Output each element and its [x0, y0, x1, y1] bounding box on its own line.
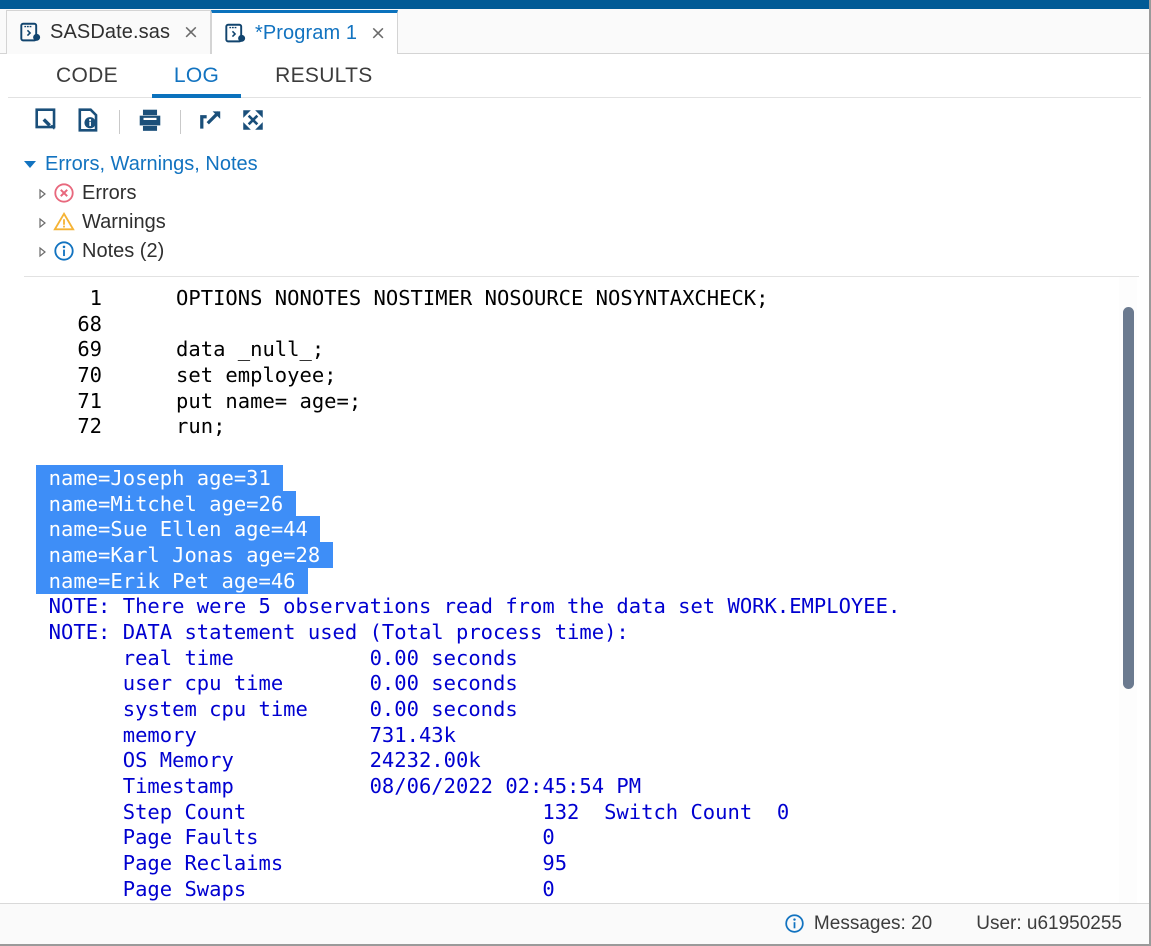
log-code-line: 71 put name= age=; — [24, 389, 1139, 415]
tab-results-label: RESULTS — [275, 64, 373, 87]
log-output-line: name=Mitchel age=26 — [24, 490, 1139, 518]
error-icon — [53, 182, 75, 205]
selected-output-text: name=Mitchel age=26 — [36, 490, 296, 517]
selected-output-text: name=Karl Jonas age=28 — [36, 541, 333, 568]
log-note-line: Step Count 132 Switch Count 0 — [24, 799, 790, 824]
log-source-text: put name= age=; — [102, 388, 362, 413]
log-output-line: name=Erik Pet age=46 — [24, 567, 1139, 595]
log-output-line: name=Karl Jonas age=28 — [24, 541, 1139, 569]
chevron-down-icon[interactable] — [24, 161, 36, 168]
info-icon — [784, 913, 805, 936]
toolbar-separator — [180, 110, 181, 134]
log-note-line: Page Reclaims 95 — [24, 851, 568, 876]
log-code-line: 68 — [24, 312, 1139, 338]
log-note-line: Timestamp 08/06/2022 02:45:54 PM — [24, 774, 642, 799]
log-vertical-scrollbar[interactable] — [1119, 277, 1137, 903]
log-source-text: run; — [102, 414, 226, 439]
close-icon[interactable]: × — [183, 23, 199, 42]
log-code-line: 69 data _null_; — [24, 337, 1139, 363]
sas-studio-window: SASDate.sas × *Program 1 × CODE LOG RESU… — [0, 0, 1151, 946]
log-line-number: 71 — [77, 388, 102, 413]
log-summary-tree: Errors, Warnings, Notes Errors Warnings … — [0, 146, 1149, 276]
file-tab-label: *Program 1 — [254, 22, 358, 44]
tree-item-label: Notes (2) — [82, 240, 165, 262]
messages-label: Messages: 20 — [813, 913, 933, 934]
sas-program-icon — [225, 23, 246, 44]
tab-results[interactable]: RESULTS — [247, 54, 400, 98]
log-toolbar — [0, 98, 1149, 146]
log-source-text: data _null_; — [102, 337, 325, 362]
log-note-line: memory 731.43k — [24, 722, 456, 747]
log-line-number: 72 — [77, 414, 102, 439]
file-tab-sasdate[interactable]: SASDate.sas × — [6, 10, 211, 54]
status-bar: Messages: 20 User: u61950255 — [0, 903, 1149, 944]
print-button[interactable] — [131, 103, 169, 141]
chevron-right-icon[interactable] — [36, 246, 46, 258]
log-code-line: 1 OPTIONS NONOTES NOSTIMER NOSOURCE NOSY… — [24, 286, 1139, 312]
log-note-line: NOTE: There were 5 observations read fro… — [24, 594, 901, 619]
log-note-line: OS Memory 24232.00k — [24, 748, 481, 773]
log-code-line: 70 set employee; — [24, 363, 1139, 389]
tree-root-label: Errors, Warnings, Notes — [45, 153, 258, 175]
warning-icon — [53, 211, 75, 234]
close-icon[interactable]: × — [370, 24, 386, 43]
log-source-text: OPTIONS NONOTES NOSTIMER NOSOURCE NOSYNT… — [102, 286, 769, 310]
edit-log-button[interactable] — [28, 103, 66, 141]
tree-item-label: Errors — [82, 182, 137, 204]
tree-item-warnings[interactable]: Warnings — [24, 208, 1149, 237]
sas-program-icon — [20, 22, 41, 43]
log-note-line: Page Swaps 0 — [24, 876, 555, 901]
log-line-number: 70 — [77, 363, 102, 388]
log-note-line: user cpu time 0.00 seconds — [24, 671, 518, 696]
log-note-line: real time 0.00 seconds — [24, 645, 518, 670]
log-source-text — [102, 312, 176, 336]
log-output-line: name=Sue Ellen age=44 — [24, 516, 1139, 543]
selected-output-text: name=Erik Pet age=46 — [36, 567, 308, 594]
tab-log[interactable]: LOG — [146, 54, 247, 98]
selected-output-text: name=Sue Ellen age=44 — [36, 516, 321, 543]
maximize-button[interactable] — [234, 103, 272, 141]
log-note-line: NOTE: DATA statement used (Total process… — [24, 619, 629, 644]
log-code-line: 72 run; — [24, 414, 1139, 440]
log-blank-line — [24, 440, 1139, 466]
tree-item-notes[interactable]: Notes (2) — [24, 237, 1149, 266]
open-in-new-window-button[interactable] — [192, 103, 230, 141]
info-icon — [53, 240, 75, 263]
log-summary-button[interactable] — [70, 103, 108, 141]
tab-code[interactable]: CODE — [28, 54, 146, 98]
messages-status[interactable]: Messages: 20 — [784, 913, 932, 936]
log-line-number: 69 — [77, 337, 102, 362]
file-tab-label: SASDate.sas — [50, 21, 171, 43]
log-scrollbar-thumb[interactable] — [1123, 307, 1134, 689]
app-top-bar — [0, 0, 1149, 9]
user-label: User: u61950255 — [976, 913, 1122, 934]
tab-code-label: CODE — [56, 64, 118, 87]
section-tab-bar: CODE LOG RESULTS — [0, 54, 1149, 98]
maximize-icon — [240, 107, 266, 138]
chevron-right-icon[interactable] — [36, 188, 46, 200]
tree-item-label: Warnings — [82, 211, 166, 233]
open-in-new-window-icon — [198, 107, 224, 138]
log-summary-icon — [76, 107, 102, 138]
log-line-number: 68 — [77, 311, 102, 336]
print-icon — [137, 107, 163, 138]
file-tab-program-1[interactable]: *Program 1 × — [210, 10, 399, 54]
selected-output-text: name=Joseph age=31 — [36, 464, 284, 491]
toolbar-separator — [119, 110, 120, 134]
log-note-line: system cpu time 0.00 seconds — [24, 697, 518, 721]
log-note-line: Page Faults 0 — [24, 825, 555, 850]
chevron-right-icon[interactable] — [36, 217, 46, 229]
file-tab-strip: SASDate.sas × *Program 1 × — [0, 9, 1149, 54]
log-output-line: name=Joseph age=31 — [24, 464, 1139, 492]
log-text: 1 OPTIONS NONOTES NOSTIMER NOSOURCE NOSY… — [24, 286, 1139, 903]
log-line-number: 1 — [89, 286, 102, 310]
tree-item-errors[interactable]: Errors — [24, 179, 1149, 208]
tree-root-errors-warnings-notes[interactable]: Errors, Warnings, Notes — [24, 150, 1149, 179]
log-source-text: set employee; — [102, 363, 337, 388]
tab-log-label: LOG — [173, 64, 220, 87]
edit-log-icon — [34, 107, 60, 138]
log-content-area[interactable]: 1 OPTIONS NONOTES NOSTIMER NOSOURCE NOSY… — [24, 276, 1139, 903]
